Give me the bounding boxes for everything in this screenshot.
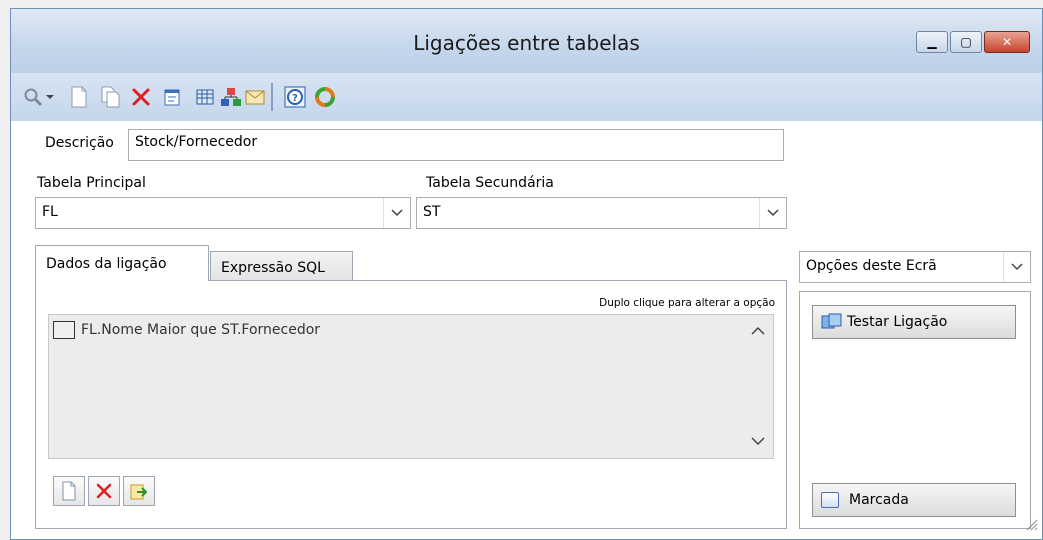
export-item-button[interactable] bbox=[123, 476, 155, 506]
relation-icon[interactable] bbox=[219, 85, 243, 109]
tabela-secundaria-value: ST bbox=[423, 204, 441, 220]
chevron-down-icon[interactable] bbox=[383, 198, 410, 228]
dropdown-icon[interactable] bbox=[43, 85, 57, 109]
form-content: Descrição Stock/Fornecedor Tabela Princi… bbox=[11, 121, 1042, 539]
window-title: Ligações entre tabelas bbox=[413, 31, 640, 55]
new-document-icon bbox=[62, 481, 76, 501]
opcoes-panel: Testar Ligação Marcada bbox=[799, 291, 1031, 529]
descricao-input[interactable]: Stock/Fornecedor bbox=[128, 129, 784, 161]
close-button[interactable]: ✕ bbox=[984, 31, 1030, 53]
dialog-window: Ligações entre tabelas ▁ ▢ ✕ ? Descrição… bbox=[10, 8, 1043, 540]
list-item-text: FL.Nome Maior que ST.Fornecedor bbox=[81, 322, 321, 338]
checkbox-icon bbox=[821, 492, 839, 508]
close-icon: ✕ bbox=[1001, 35, 1013, 49]
help-icon[interactable]: ? bbox=[283, 85, 307, 109]
tab-expressao-sql[interactable]: Expressão SQL bbox=[210, 251, 353, 281]
ligacao-list[interactable]: FL.Nome Maior que ST.Fornecedor bbox=[48, 314, 774, 459]
scroll-down-button[interactable] bbox=[751, 431, 765, 450]
tabela-principal-label: Tabela Principal bbox=[37, 175, 146, 191]
marcada-toggle[interactable]: Marcada bbox=[812, 483, 1016, 517]
tab-panel: Duplo clique para alterar a opção FL.Nom… bbox=[35, 280, 787, 529]
tab-label: Dados da ligação bbox=[46, 256, 167, 272]
chevron-down-icon[interactable] bbox=[759, 198, 786, 228]
opcoes-select[interactable]: Opções deste Ecrã bbox=[799, 251, 1031, 283]
maximize-icon: ▢ bbox=[960, 35, 972, 49]
opcoes-label: Opções deste Ecrã bbox=[806, 258, 937, 274]
tab-label: Expressão SQL bbox=[221, 260, 325, 276]
search-icon[interactable] bbox=[21, 85, 45, 109]
testar-ligacao-label: Testar Ligação bbox=[847, 314, 948, 330]
marcada-label: Marcada bbox=[849, 492, 909, 508]
tabela-principal-select[interactable]: FL bbox=[35, 197, 411, 229]
properties-icon[interactable] bbox=[161, 85, 185, 109]
toolbar: ? bbox=[11, 73, 1042, 122]
add-item-button[interactable] bbox=[53, 476, 85, 506]
minimize-icon: ▁ bbox=[927, 35, 937, 49]
maximize-button[interactable]: ▢ bbox=[950, 31, 982, 53]
remove-item-button[interactable] bbox=[88, 476, 120, 506]
database-icon bbox=[821, 313, 842, 329]
hint-text: Duplo clique para alterar a opção bbox=[599, 297, 775, 309]
export-icon bbox=[130, 484, 148, 500]
refresh-icon[interactable] bbox=[313, 85, 337, 109]
new-document-icon[interactable] bbox=[67, 85, 91, 109]
delete-icon[interactable] bbox=[129, 85, 153, 109]
title-bar[interactable]: Ligações entre tabelas ▁ ▢ ✕ bbox=[11, 9, 1042, 73]
window-controls: ▁ ▢ ✕ bbox=[916, 31, 1030, 53]
testar-ligacao-button[interactable]: Testar Ligação bbox=[812, 305, 1016, 339]
toolbar-separator bbox=[271, 83, 273, 111]
resize-grip-icon[interactable] bbox=[1024, 517, 1038, 535]
scroll-up-button[interactable] bbox=[751, 321, 765, 340]
tabela-secundaria-select[interactable]: ST bbox=[416, 197, 787, 229]
delete-icon bbox=[96, 483, 112, 499]
list-item[interactable]: FL.Nome Maior que ST.Fornecedor bbox=[53, 321, 320, 339]
table-icon[interactable] bbox=[193, 85, 217, 109]
descricao-label: Descrição bbox=[45, 135, 114, 151]
tabela-secundaria-label: Tabela Secundária bbox=[426, 175, 554, 191]
mail-icon[interactable] bbox=[243, 85, 267, 109]
svg-text:?: ? bbox=[292, 93, 298, 104]
minimize-button[interactable]: ▁ bbox=[916, 31, 948, 53]
copy-icon[interactable] bbox=[99, 85, 123, 109]
tab-dados-ligacao[interactable]: Dados da ligação bbox=[35, 245, 209, 281]
chevron-down-icon[interactable] bbox=[1003, 252, 1030, 282]
checkbox[interactable] bbox=[53, 321, 75, 339]
tabela-principal-value: FL bbox=[42, 204, 58, 220]
